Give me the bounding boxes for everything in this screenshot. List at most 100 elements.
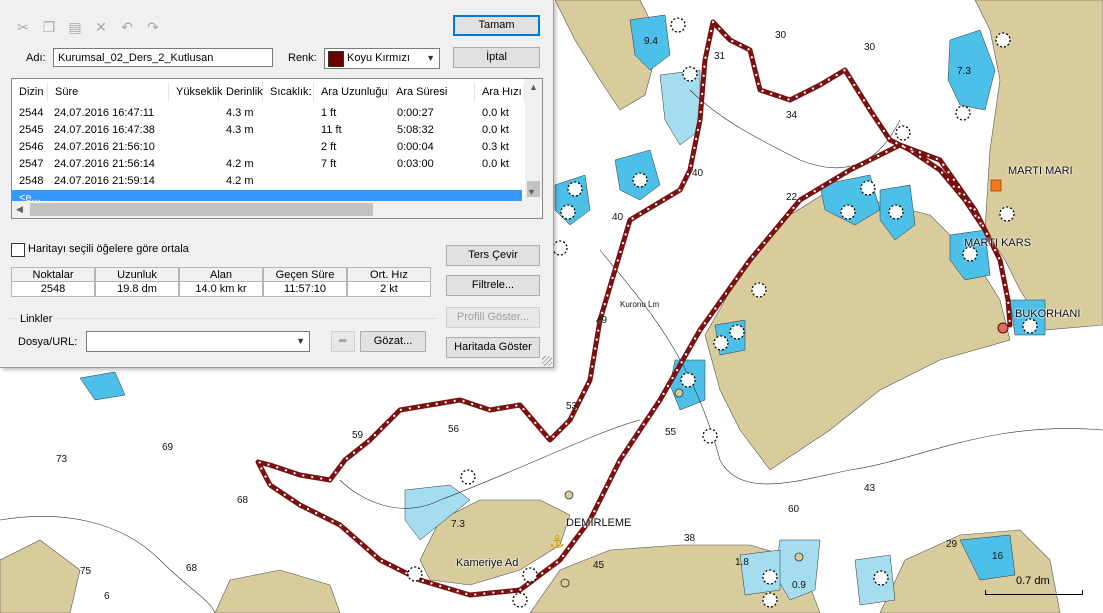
cell-time: 24.07.2016 16:47:11 <box>54 107 155 119</box>
undo-icon[interactable]: ↶ <box>118 18 136 36</box>
cell-leg-length: 1 ft <box>321 107 337 119</box>
cell-time: 24.07.2016 16:47:38 <box>54 124 155 136</box>
depth-label: 49 <box>596 315 608 326</box>
vertical-scrollbar[interactable]: ▲ <box>525 79 542 201</box>
stat-header-elapsed: Geçen Süre <box>263 267 347 282</box>
cell-time: 24.07.2016 21:56:10 <box>54 141 155 153</box>
table-row[interactable]: 2546 24.07.2016 21:56:10 2 ft 0:00:04 0.… <box>12 139 522 156</box>
trackpoint-table[interactable]: Dizin Süre Yükseklik Derinlik Sıcaklık: … <box>11 78 543 219</box>
depth-label: 16 <box>992 551 1004 562</box>
track-properties-dialog: ✂ ❐ ▤ ✕ ↶ ↷ Adı: Kurumsal_02_Ders_2_Kutl… <box>0 0 554 368</box>
cell-leg-time: 0:03:00 <box>397 158 434 170</box>
open-link-button[interactable]: ➦ <box>331 331 355 352</box>
redo-icon[interactable]: ↷ <box>144 18 162 36</box>
stat-header-points: Noktalar <box>11 267 95 282</box>
stat-value-area: 14.0 km kr <box>179 282 263 297</box>
color-select[interactable]: Koyu Kırmızı ▼ <box>324 48 440 69</box>
chevron-down-icon: ▼ <box>426 53 435 63</box>
scroll-down-icon[interactable]: ▼ <box>527 187 536 197</box>
depth-label: 55 <box>665 427 677 438</box>
poi-label-marti-mari[interactable]: MARTI MARI <box>1008 165 1073 177</box>
cell-index: 2548 <box>19 175 44 187</box>
cell-index: 2547 <box>19 158 44 170</box>
depth-label: 22 <box>786 192 798 203</box>
depth-label: 6 <box>104 591 110 602</box>
filter-button[interactable]: Filtrele... <box>446 275 540 296</box>
column-header-leg-speed[interactable]: Ara Hızı <box>475 82 525 102</box>
show-on-map-button[interactable]: Haritada Göster <box>446 337 540 358</box>
center-map-label: Haritayı seçili öğelere göre ortala <box>28 243 189 255</box>
depth-label: 68 <box>186 563 198 574</box>
cell-leg-speed: 0.0 kt <box>482 107 509 119</box>
scale-label: 0.7 dm <box>1016 575 1050 587</box>
file-url-label: Dosya/URL: <box>18 336 78 348</box>
chevron-down-icon[interactable]: ▼ <box>296 332 305 351</box>
depth-label: 30 <box>864 42 876 53</box>
copy-icon[interactable]: ❐ <box>40 18 58 36</box>
stat-header-avg-speed: Ort. Hız <box>347 267 431 282</box>
table-row[interactable]: 2547 24.07.2016 21:56:14 4.2 m 7 ft 0:03… <box>12 156 522 173</box>
color-label: Renk: <box>288 52 317 64</box>
delete-icon[interactable]: ✕ <box>92 18 110 36</box>
stat-header-area: Alan <box>179 267 263 282</box>
ok-button[interactable]: Tamam <box>453 15 540 36</box>
poi-label-demirleme[interactable]: DEMIRLEME <box>566 517 631 529</box>
column-header-index[interactable]: Dizin <box>12 82 48 102</box>
scroll-thumb[interactable] <box>30 203 373 216</box>
cell-leg-length: 11 ft <box>321 124 342 136</box>
column-header-leg-length[interactable]: Ara Uzunluğu <box>314 82 389 102</box>
browse-button[interactable]: Gözat... <box>360 331 426 352</box>
file-url-input[interactable]: ▼ <box>86 331 310 352</box>
resize-grip-icon[interactable] <box>542 356 552 366</box>
column-header-leg-time[interactable]: Ara Süresi <box>389 82 475 102</box>
cell-index: 2546 <box>19 141 44 153</box>
stat-value-points: 2548 <box>11 282 95 297</box>
table-row[interactable]: 2544 24.07.2016 16:47:11 4.3 m 1 ft 0:00… <box>12 105 522 122</box>
orange-buoy-icon <box>990 179 1002 192</box>
depth-label: 45 <box>593 560 605 571</box>
cell-leg-length: 7 ft <box>321 158 337 170</box>
column-header-time[interactable]: Süre <box>48 82 169 102</box>
show-profile-button[interactable]: Profili Göster... <box>446 307 540 328</box>
depth-label: 68 <box>237 495 249 506</box>
stat-value-elapsed: 11:57:10 <box>263 282 347 297</box>
cell-time: 24.07.2016 21:56:14 <box>54 158 155 170</box>
column-header-depth[interactable]: Derinlik <box>219 82 263 102</box>
cell-depth: 4.3 m <box>226 107 254 119</box>
anchor-icon: ⚓ <box>549 532 565 553</box>
poi-label-marti-kars[interactable]: MARTI KARS <box>964 237 1031 249</box>
cancel-button[interactable]: İptal <box>453 47 540 68</box>
depth-label: 59 <box>352 430 364 441</box>
cell-leg-length: 2 ft <box>321 141 337 153</box>
column-header-temperature[interactable]: Sıcaklık: <box>263 82 314 102</box>
depth-label: 0.9 <box>792 580 806 591</box>
depth-label: 31 <box>714 51 726 62</box>
scroll-up-icon[interactable]: ▲ <box>529 82 538 92</box>
cell-depth: 4.3 m <box>226 124 254 136</box>
cell-leg-speed: 0.0 kt <box>482 158 509 170</box>
column-header-elevation[interactable]: Yükseklik <box>169 82 222 102</box>
horizontal-scrollbar[interactable]: ◀ ▼ <box>12 187 540 218</box>
scroll-left-icon[interactable]: ◀ <box>16 204 23 215</box>
poi-label-bukorhani[interactable]: BUKORHANI <box>1015 308 1080 320</box>
center-map-checkbox[interactable] <box>11 243 25 257</box>
table-row[interactable]: 2545 24.07.2016 16:47:38 4.3 m 11 ft 5:0… <box>12 122 522 139</box>
table-row[interactable]: 2548 24.07.2016 21:59:14 4.2 m <box>12 173 522 190</box>
cut-icon[interactable]: ✂ <box>14 18 32 36</box>
depth-label: 1.8 <box>735 557 749 568</box>
cell-leg-speed: 0.0 kt <box>482 124 509 136</box>
depth-label: 53 <box>566 401 578 412</box>
name-input[interactable]: Kurumsal_02_Ders_2_Kutlusan <box>53 48 273 67</box>
name-label: Adı: <box>26 52 46 64</box>
cell-leg-time: 0:00:04 <box>397 141 434 153</box>
poi-label-kuronu: Kuronu Lm <box>620 300 660 309</box>
depth-label: 60 <box>788 504 800 515</box>
cell-depth: 4.2 m <box>226 175 254 187</box>
depth-label: 30 <box>775 30 787 41</box>
cell-time: 24.07.2016 21:59:14 <box>54 175 155 187</box>
depth-label: 75 <box>80 566 92 577</box>
depth-label: 34 <box>786 110 798 121</box>
paste-icon[interactable]: ▤ <box>66 18 84 36</box>
reverse-button[interactable]: Ters Çevir <box>446 245 540 266</box>
cell-leg-speed: 0.3 kt <box>482 141 509 153</box>
